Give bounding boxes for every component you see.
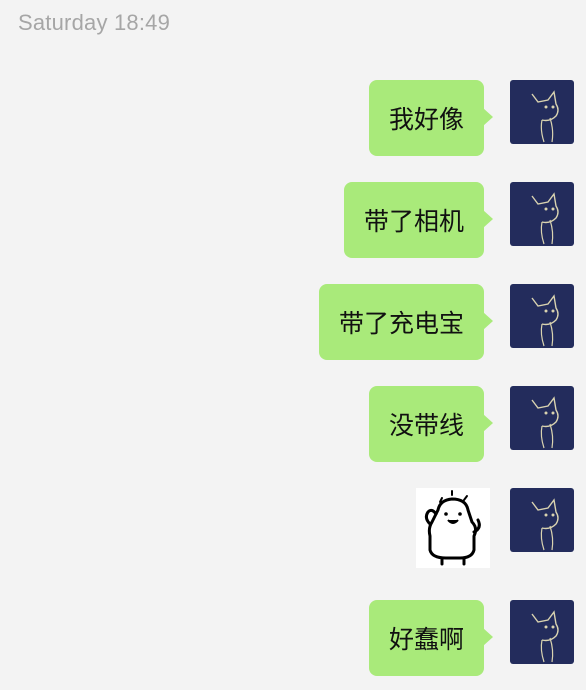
avatar-cat-icon (531, 396, 559, 449)
avatar-cat-icon (531, 294, 559, 347)
bubble-tail (483, 108, 493, 126)
user-avatar[interactable] (510, 386, 574, 450)
message-text: 我好像 (388, 105, 464, 134)
message-bubble[interactable]: 好蠢啊 (368, 600, 493, 676)
sticker-message[interactable] (416, 488, 490, 568)
bubble-tail (483, 414, 493, 432)
user-avatar[interactable] (510, 600, 574, 664)
bubble-tail (483, 628, 493, 646)
avatar-cat-icon (531, 498, 559, 551)
message-row (416, 488, 574, 568)
message-bubble[interactable]: 带了相机 (343, 182, 493, 258)
message-row: 没带线 (368, 386, 574, 462)
message-text: 好蠢啊 (388, 625, 464, 654)
message-row: 带了充电宝 (318, 284, 574, 360)
message-bubble[interactable]: 我好像 (368, 80, 493, 156)
bubble-tail (483, 210, 493, 228)
cartoon-creature-sticker-icon (424, 490, 481, 566)
message-bubble[interactable]: 没带线 (368, 386, 493, 462)
message-text: 带了充电宝 (338, 309, 464, 338)
chat-timestamp: Saturday 18:49 (18, 10, 171, 35)
message-row: 好蠢啊 (368, 600, 574, 676)
message-text: 没带线 (388, 411, 464, 440)
message-row: 我好像 (368, 80, 574, 156)
user-avatar[interactable] (510, 182, 574, 246)
bubble-tail (483, 312, 493, 330)
user-avatar[interactable] (510, 488, 574, 552)
avatar-cat-icon (531, 192, 559, 245)
user-avatar[interactable] (510, 284, 574, 348)
avatar-cat-icon (531, 90, 559, 143)
avatar-cat-icon (531, 610, 559, 663)
message-row: 带了相机 (343, 182, 574, 258)
message-bubble[interactable]: 带了充电宝 (318, 284, 493, 360)
user-avatar[interactable] (510, 80, 574, 144)
message-text: 带了相机 (363, 207, 464, 236)
